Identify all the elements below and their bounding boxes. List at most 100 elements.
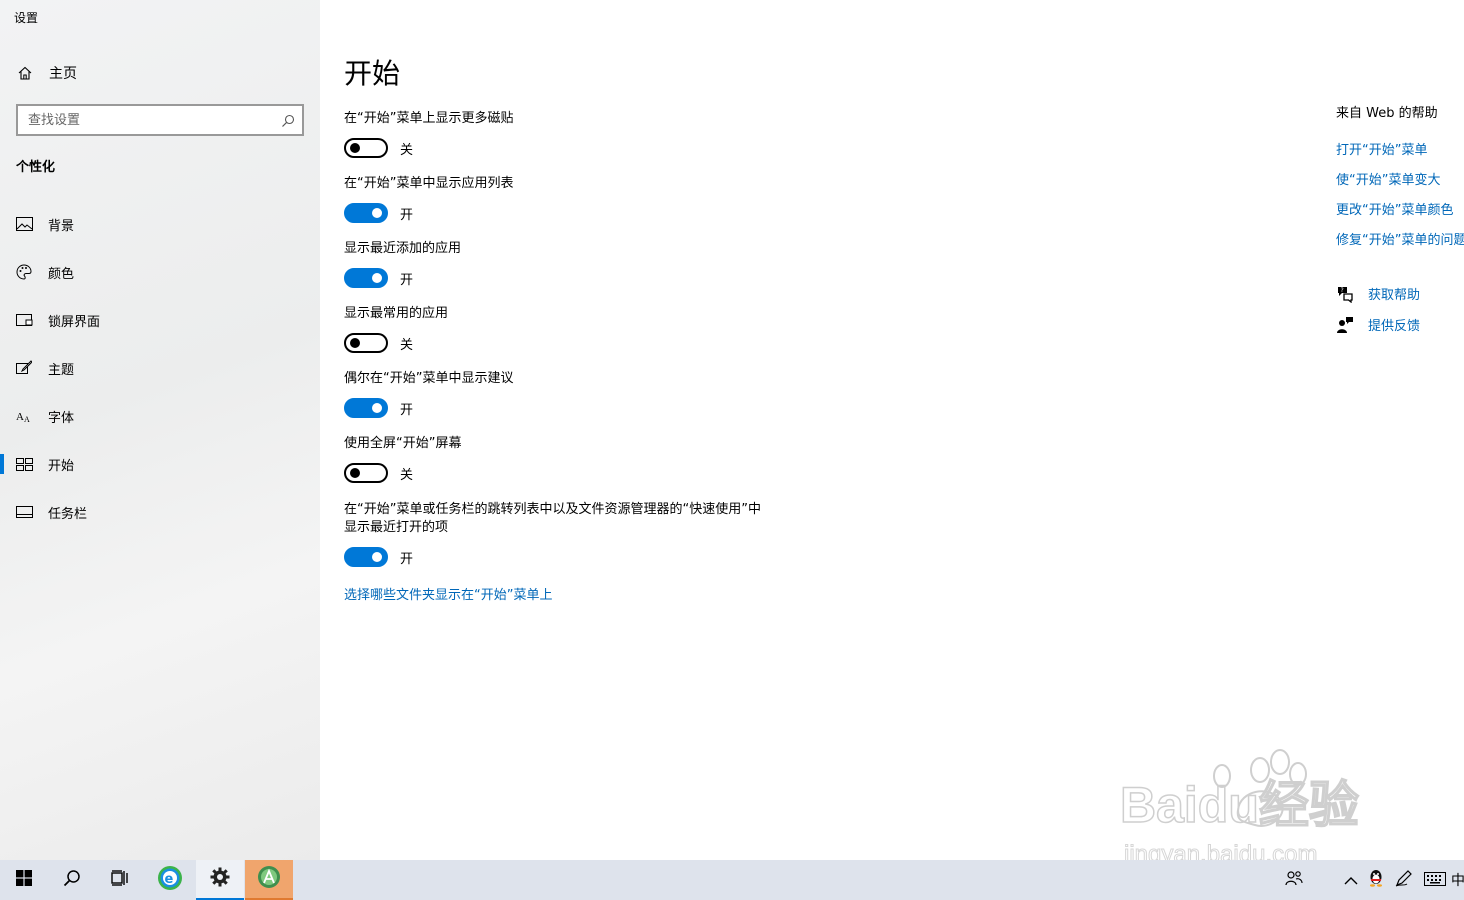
recently-added-toggle[interactable]: [344, 268, 388, 288]
feedback-action[interactable]: 提供反馈: [1336, 315, 1420, 334]
full-screen-toggle[interactable]: [344, 463, 388, 483]
setting-label: 在“开始”菜单上显示更多磁贴: [344, 111, 514, 126]
svg-text:?: ?: [1341, 287, 1344, 294]
recent-items-toggle[interactable]: [344, 547, 388, 567]
home-nav-item[interactable]: 主页: [16, 62, 77, 84]
settings-gear-icon: [210, 867, 230, 891]
home-icon: [16, 64, 34, 82]
taskbar: e 中: [0, 860, 1464, 900]
people-icon: [1285, 870, 1303, 890]
task-view-button[interactable]: [96, 860, 144, 900]
browser-button[interactable]: e: [146, 860, 194, 900]
setting-recent-items: 在“开始”菜单或任务栏的跳转列表中以及文件资源管理器的“快速使用”中 显示最近打…: [344, 501, 804, 567]
pen-icon: [1395, 869, 1413, 891]
taskbar-search-button[interactable]: [48, 860, 96, 900]
suggestions-toggle[interactable]: [344, 398, 388, 418]
input-method-indicator[interactable]: 中: [1452, 860, 1464, 900]
toggle-state: 关: [400, 142, 414, 158]
sidebar-item-label: 开始: [48, 458, 75, 474]
setting-more-tiles: 在“开始”菜单上显示更多磁贴 关: [344, 110, 804, 158]
people-button[interactable]: [1280, 860, 1308, 900]
android-studio-icon: [257, 865, 281, 893]
get-help-action[interactable]: ? 获取帮助: [1336, 284, 1420, 303]
sidebar-item-themes[interactable]: 主题: [0, 348, 320, 388]
get-help-link[interactable]: 获取帮助: [1368, 284, 1420, 303]
web-help-title: 来自 Web 的帮助: [1336, 106, 1438, 121]
search-icon[interactable]: [281, 113, 295, 127]
keyboard-icon: [1424, 871, 1446, 890]
windows-start-icon: [16, 870, 32, 890]
help-link-fix-start[interactable]: 修复“开始”菜单的问题: [1336, 229, 1464, 248]
web-help-panel: 来自 Web 的帮助 打开“开始”菜单 使“开始”菜单变大 更改“开始”菜单颜色…: [1336, 102, 1464, 248]
setting-recently-added: 显示最近添加的应用 开: [344, 240, 804, 288]
search-box[interactable]: [16, 104, 304, 136]
sidebar-item-label: 字体: [48, 410, 75, 426]
chat-help-icon: ?: [1336, 285, 1354, 303]
theme-brush-icon: [15, 359, 33, 377]
toggle-state: 开: [400, 272, 414, 288]
pen-workspace-button[interactable]: [1392, 860, 1416, 900]
toggle-state: 开: [400, 551, 414, 567]
setting-label: 在“开始”菜单中显示应用列表: [344, 176, 514, 191]
home-label: 主页: [49, 66, 77, 82]
sidebar-item-label: 锁屏界面: [48, 314, 101, 330]
setting-label-line1: 在“开始”菜单或任务栏的跳转列表中以及文件资源管理器的“快速使用”中: [344, 502, 761, 517]
svg-text:e: e: [165, 872, 174, 887]
window-title: 设置: [14, 11, 39, 25]
sidebar-item-background[interactable]: 背景: [0, 204, 320, 244]
setting-label: 显示最常用的应用: [344, 306, 449, 321]
svg-text:A: A: [16, 411, 24, 423]
main-content: 开始 在“开始”菜单上显示更多磁贴 关 在“开始”菜单中显示应用列表 开 显示最…: [320, 0, 1464, 860]
sidebar-item-taskbar[interactable]: 任务栏: [0, 492, 320, 532]
sidebar-item-label: 颜色: [48, 266, 75, 282]
font-icon: AA: [15, 407, 33, 425]
setting-full-screen: 使用全屏“开始”屏幕 关: [344, 435, 804, 483]
chevron-up-icon: [1344, 871, 1358, 890]
task-view-icon: [111, 870, 129, 890]
setting-label: 显示最近添加的应用: [344, 241, 462, 256]
more-tiles-toggle[interactable]: [344, 138, 388, 158]
show-hidden-icons-button[interactable]: [1340, 860, 1362, 900]
browser-icon: e: [157, 865, 183, 895]
setting-suggestions: 偶尔在“开始”菜单中显示建议 开: [344, 370, 804, 418]
taskbar-icon: [15, 503, 33, 521]
feedback-link[interactable]: 提供反馈: [1368, 315, 1420, 334]
qq-penguin-icon: [1368, 869, 1384, 891]
toggle-knob: [372, 552, 382, 562]
search-icon: [63, 869, 81, 891]
toggle-state: 关: [400, 337, 414, 353]
feedback-person-icon: [1336, 316, 1354, 334]
palette-icon: [15, 263, 33, 281]
search-input[interactable]: [18, 106, 274, 134]
sidebar-item-label: 主题: [48, 362, 75, 378]
sidebar-item-label: 任务栏: [48, 506, 88, 522]
toggle-knob: [372, 403, 382, 413]
app-list-toggle[interactable]: [344, 203, 388, 223]
android-studio-button[interactable]: [245, 860, 293, 900]
settings-app-button[interactable]: [196, 860, 244, 900]
help-link-bigger-start[interactable]: 使“开始”菜单变大: [1336, 169, 1464, 188]
sidebar-item-fonts[interactable]: AA 字体: [0, 396, 320, 436]
start-button[interactable]: [0, 860, 48, 900]
sidebar-item-lock-screen[interactable]: 锁屏界面: [0, 300, 320, 340]
setting-app-list: 在“开始”菜单中显示应用列表 开: [344, 175, 804, 223]
setting-label: 使用全屏“开始”屏幕: [344, 436, 462, 451]
most-used-toggle[interactable]: [344, 333, 388, 353]
toggle-state: 开: [400, 402, 414, 418]
toggle-knob: [350, 468, 360, 478]
qq-tray-button[interactable]: [1364, 860, 1388, 900]
sidebar-item-colors[interactable]: 颜色: [0, 252, 320, 292]
page-title: 开始: [344, 57, 401, 90]
toggle-knob: [372, 273, 382, 283]
touch-keyboard-button[interactable]: [1420, 860, 1450, 900]
setting-most-used: 显示最常用的应用 关: [344, 305, 804, 353]
help-link-open-start[interactable]: 打开“开始”菜单: [1336, 139, 1464, 158]
toggle-state: 关: [400, 467, 414, 483]
setting-label-line2: 显示最近打开的项: [344, 520, 449, 535]
choose-folders-link[interactable]: 选择哪些文件夹显示在“开始”菜单上: [344, 584, 552, 603]
sidebar-item-start[interactable]: 开始: [0, 444, 320, 484]
toggle-knob: [372, 208, 382, 218]
help-link-start-color[interactable]: 更改“开始”菜单颜色: [1336, 199, 1464, 218]
section-heading: 个性化: [16, 160, 56, 175]
toggle-knob: [350, 338, 360, 348]
